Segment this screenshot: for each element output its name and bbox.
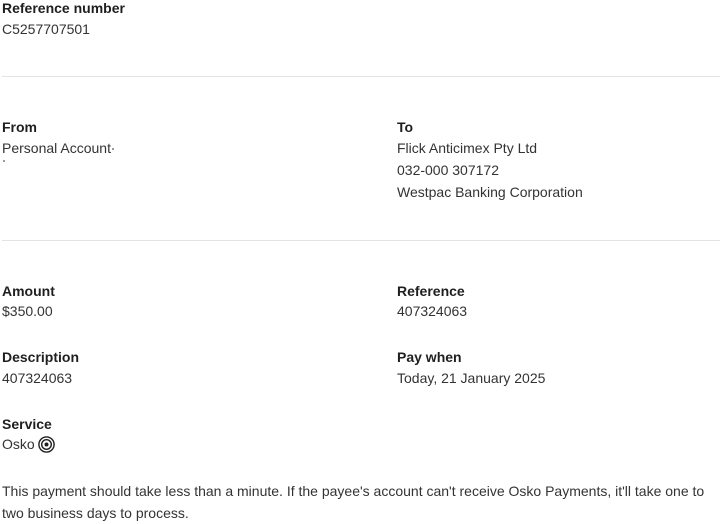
service-value-row: Osko <box>2 433 55 455</box>
description-value: 407324063 <box>2 370 73 386</box>
from-label: From <box>2 119 37 135</box>
pay-when-label: Pay when <box>397 349 462 365</box>
reference-number-label: Reference number <box>2 0 125 16</box>
to-bank-name: Westpac Banking Corporation <box>397 184 583 200</box>
to-bsb-account: 032-000 307172 <box>397 162 499 178</box>
amount-label: Amount <box>2 283 55 299</box>
pay-when-value: Today, 21 January 2025 <box>397 370 546 386</box>
section-divider <box>2 240 720 241</box>
section-divider <box>2 76 720 77</box>
masked-text-mark <box>3 160 5 162</box>
description-label: Description <box>2 349 80 365</box>
amount-value: $350.00 <box>2 303 53 319</box>
service-value: Osko <box>2 436 35 452</box>
masked-text-mark <box>112 148 114 150</box>
reference-value: 407324063 <box>397 303 468 319</box>
reference-number-value: C5257707501 <box>2 21 90 37</box>
to-payee-name: Flick Anticimex Pty Ltd <box>397 140 538 156</box>
osko-logo-icon <box>37 435 55 453</box>
from-account-name: Personal Account <box>2 140 111 156</box>
to-label: To <box>397 119 414 135</box>
reference-label: Reference <box>397 283 465 299</box>
service-label: Service <box>2 416 52 432</box>
processing-time-note: This payment should take less than a min… <box>2 483 705 521</box>
payment-review-panel: Reference number C5257707501 From Person… <box>0 0 720 521</box>
